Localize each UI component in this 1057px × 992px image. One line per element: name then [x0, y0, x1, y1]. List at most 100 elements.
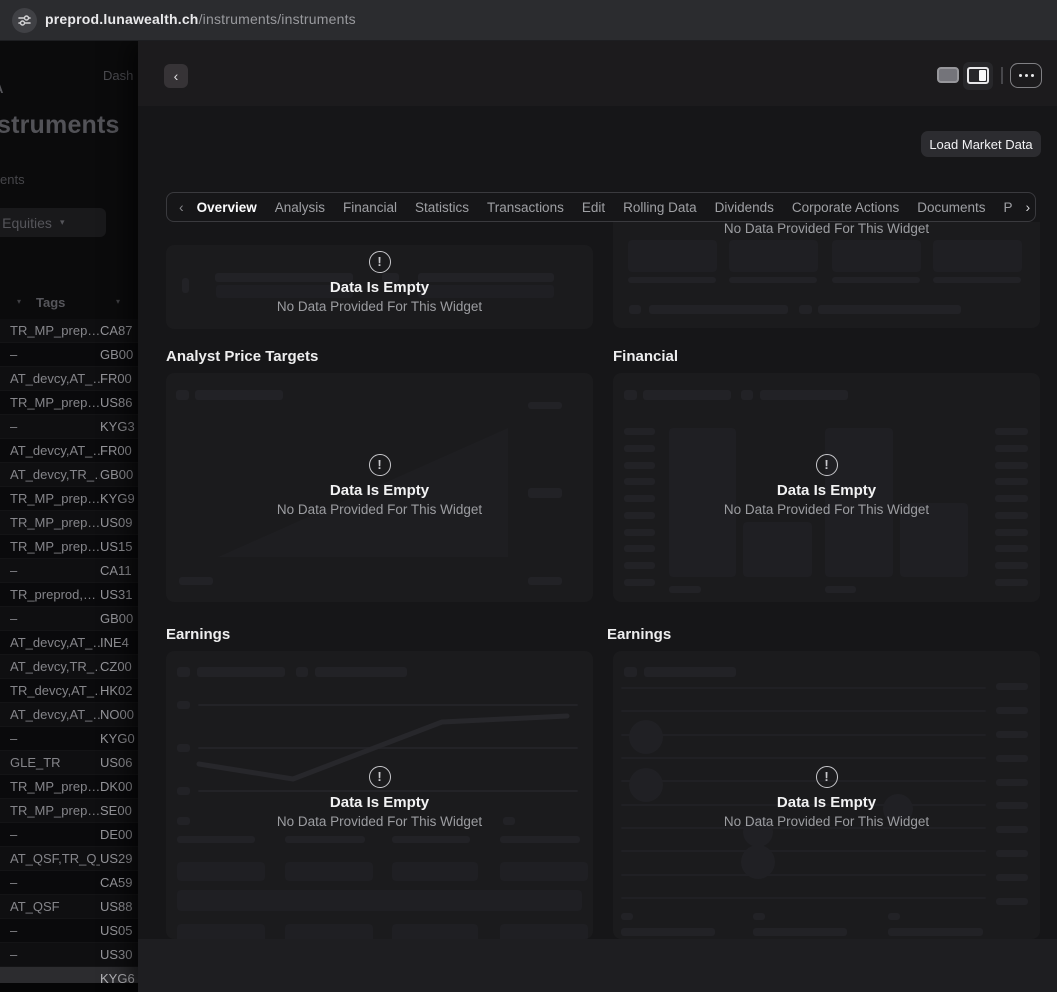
tabs-scroll-right-icon[interactable]: › [1022, 199, 1035, 215]
empty-title: Data Is Empty [166, 794, 593, 811]
tags-column-header[interactable]: Tags [36, 295, 65, 310]
asset-class-filter[interactable]: ws Equities ▾ [0, 208, 106, 237]
table-row[interactable]: AT_devcy,AT_… NO00 [0, 703, 138, 727]
empty-state: ! Data Is Empty No Data Provided For Thi… [166, 454, 593, 517]
browser-url-bar[interactable]: preprod.lunawealth.ch/instruments/instru… [0, 0, 1057, 41]
tab[interactable]: Rolling Data [614, 200, 706, 215]
table-row[interactable]: – US05 [0, 919, 138, 943]
x-axis-label [669, 586, 701, 593]
empty-subtitle: No Data Provided For This Widget [613, 502, 1040, 517]
row-tags-cell: TR_MP_prep… [0, 539, 100, 554]
filter-value: Equities [2, 215, 52, 231]
grid-line [621, 874, 986, 876]
skeleton-bar [179, 577, 213, 585]
skeleton-box [177, 862, 265, 881]
table-row[interactable]: AT_devcy,AT_… FR00 [0, 367, 138, 391]
table-row[interactable]: TR_MP_prep… DK00 [0, 775, 138, 799]
table-row[interactable]: – KYG3 [0, 415, 138, 439]
table-row[interactable]: – KYG0 [0, 727, 138, 751]
empty-title: Data Is Empty [166, 279, 593, 296]
tab[interactable]: Documents [908, 200, 994, 215]
skeleton-tick [624, 579, 655, 586]
panel-bottom-strip [138, 939, 1057, 992]
background-footer-strip [0, 983, 138, 992]
table-row[interactable]: AT_devcy,TR_… CZ00 [0, 655, 138, 679]
row-tags-cell: – [0, 419, 100, 434]
skeleton-tick [996, 707, 1028, 714]
site-settings-icon[interactable] [12, 8, 37, 33]
skeleton-box [392, 862, 478, 881]
table-row[interactable]: – GB00 [0, 607, 138, 631]
row-isin-cell: CA11 [100, 563, 132, 578]
page-title-partial: struments [0, 111, 120, 140]
row-isin-cell: CA87 [100, 323, 133, 338]
table-row[interactable]: TR_MP_prep… US15 [0, 535, 138, 559]
empty-title: Data Is Empty [613, 482, 1040, 499]
tabs-scroll-left-icon[interactable]: ‹ [175, 199, 188, 215]
table-row[interactable]: TR_MP_prep… US86 [0, 391, 138, 415]
tab[interactable]: Statistics [406, 200, 478, 215]
table-row[interactable]: AT_devcy,AT_… FR00 [0, 439, 138, 463]
tab[interactable]: Edit [573, 200, 614, 215]
url-text[interactable]: preprod.lunawealth.ch/instruments/instru… [45, 11, 356, 27]
tab[interactable]: Corporate Actions [783, 200, 908, 215]
row-tags-cell: – [0, 923, 100, 938]
table-row[interactable]: TR_MP_prep… KYG9 [0, 487, 138, 511]
table-row[interactable]: AT_QSF US88 [0, 895, 138, 919]
tab[interactable]: P [995, 200, 1022, 215]
table-row[interactable]: AT_QSF,TR_Q_… US29 [0, 847, 138, 871]
tab[interactable]: Dividends [706, 200, 783, 215]
table-row[interactable]: – US30 [0, 943, 138, 967]
row-tags-cell: AT_devcy,AT_… [0, 707, 100, 722]
side-panel-layout-toggle[interactable] [963, 62, 993, 90]
sort-caret-icon[interactable]: ▾ [116, 297, 120, 306]
background-nav-item[interactable]: Dash [103, 68, 133, 83]
row-isin-cell: US88 [100, 899, 133, 914]
table-row[interactable]: AT_devcy,TR_… GB00 [0, 463, 138, 487]
url-path: /instruments/instruments [199, 11, 356, 27]
table-row[interactable]: TR_MP_prep… CA87 [0, 319, 138, 343]
skeleton-square [176, 390, 189, 400]
table-row[interactable]: – CA59 [0, 871, 138, 895]
tab[interactable]: Overview [188, 200, 266, 215]
widgets-scroll-area[interactable]: ! Data Is Empty No Data Provided For Thi… [138, 222, 1057, 939]
skeleton-tick [995, 529, 1028, 536]
skeleton-tick [996, 850, 1028, 857]
table-header-row[interactable]: ▾ Tags ▾ [0, 293, 138, 315]
table-row[interactable]: TR_preprod,… US31 [0, 583, 138, 607]
table-row[interactable]: – GB00 [0, 343, 138, 367]
load-market-data-button[interactable]: Load Market Data [921, 131, 1041, 157]
sort-caret-icon[interactable]: ▾ [17, 297, 21, 306]
tab-bar: ‹ OverviewAnalysisFinancialStatisticsTra… [166, 192, 1036, 222]
earnings-bubble-widget: ! Data Is Empty No Data Provided For Thi… [613, 651, 1040, 939]
row-isin-cell: US05 [100, 923, 133, 938]
table-row[interactable]: TR_MP_prep… SE00 [0, 799, 138, 823]
row-isin-cell: DK00 [100, 779, 133, 794]
skeleton-square [629, 305, 641, 314]
table-row[interactable]: – DE00 [0, 823, 138, 847]
empty-subtitle: No Data Provided For This Widget [166, 299, 593, 314]
skeleton-tick [996, 731, 1028, 738]
tab[interactable]: Analysis [266, 200, 334, 215]
skeleton-bar [644, 667, 736, 677]
background-menu-item[interactable]: ents [0, 172, 25, 187]
row-tags-cell: GLE_TR [0, 755, 100, 770]
more-options-button[interactable] [1010, 63, 1042, 88]
table-row[interactable]: TR_MP_prep… US09 [0, 511, 138, 535]
tab[interactable]: Transactions [478, 200, 573, 215]
back-button[interactable]: ‹ [164, 64, 188, 88]
table-row[interactable]: AT_devcy,AT_… INE4 [0, 631, 138, 655]
table-row[interactable]: TR_devcy,AT_… HK02 [0, 679, 138, 703]
summary-widget: ! Data Is Empty No Data Provided For Thi… [166, 245, 593, 329]
skeleton-bar [528, 402, 562, 409]
row-tags-cell: – [0, 731, 100, 746]
row-isin-cell: US31 [100, 587, 133, 602]
row-isin-cell: KYG9 [100, 491, 135, 506]
row-isin-cell: KYG3 [100, 419, 135, 434]
table-row[interactable]: – CA11 [0, 559, 138, 583]
tab[interactable]: Financial [334, 200, 406, 215]
full-width-layout-icon[interactable] [937, 67, 959, 83]
skeleton-bubble [629, 720, 663, 754]
skeleton-tick [624, 445, 655, 452]
table-row[interactable]: GLE_TR US06 [0, 751, 138, 775]
